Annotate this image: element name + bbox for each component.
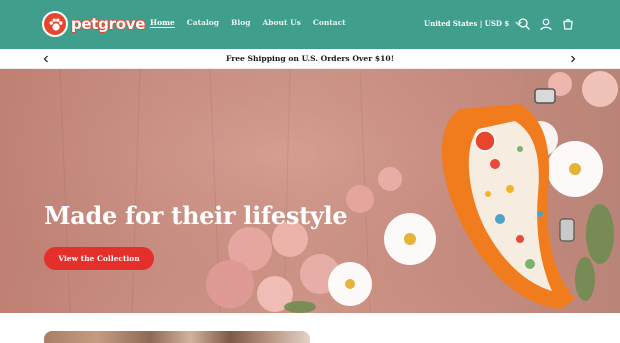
nav-contact[interactable]: Contact	[313, 18, 346, 27]
chevron-right-icon[interactable]	[567, 53, 579, 65]
hero-title: Made for their lifestyle	[44, 201, 348, 230]
next-section	[0, 313, 620, 343]
announcement-bar: Free Shipping on U.S. Orders Over $10!	[0, 49, 620, 69]
site-header: petgrove Home Catalog Blog About Us Cont…	[0, 0, 620, 49]
nav-blog[interactable]: Blog	[231, 18, 250, 27]
chevron-left-icon[interactable]	[40, 53, 52, 65]
main-nav: Home Catalog Blog About Us Contact	[150, 18, 358, 27]
announcement-text: Free Shipping on U.S. Orders Over $10!	[225, 54, 395, 63]
nav-about-us[interactable]: About Us	[262, 18, 300, 27]
country-currency-selector[interactable]: United States | USD $	[424, 19, 523, 28]
account-icon[interactable]	[539, 17, 553, 31]
paw-logo-icon	[42, 11, 68, 37]
featured-image-card[interactable]	[44, 331, 310, 343]
brand-name: petgrove	[71, 15, 146, 33]
nav-catalog[interactable]: Catalog	[187, 18, 219, 27]
nav-home[interactable]: Home	[150, 18, 175, 27]
search-icon[interactable]	[517, 17, 531, 31]
hero-image	[0, 69, 620, 313]
view-collection-button[interactable]: View the Collection	[44, 247, 154, 270]
logo-link[interactable]: petgrove	[42, 11, 145, 37]
hero-banner: Made for their lifestyle View the Collec…	[0, 69, 620, 313]
currency-label: United States | USD $	[424, 19, 510, 28]
cart-icon[interactable]	[561, 17, 575, 31]
